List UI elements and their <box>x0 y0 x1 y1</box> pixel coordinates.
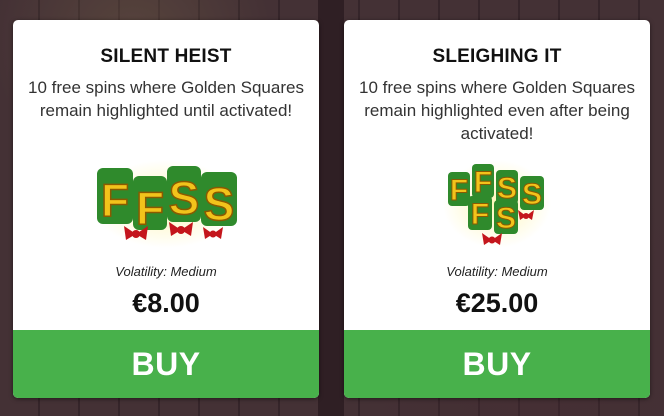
card-title: SLEIGHING IT <box>432 46 562 67</box>
fs-letter: F <box>471 198 489 231</box>
card-title: SILENT HEIST <box>100 46 232 67</box>
volatility-label: Volatility: Medium <box>115 264 217 279</box>
bonus-card-sleighing-it: SLEIGHING IT 10 free spins where Golden … <box>344 20 650 398</box>
fs-letter: S <box>497 172 517 205</box>
price-label: €25.00 <box>455 288 539 318</box>
fs-letter: S <box>169 172 200 224</box>
fs-letter: F <box>101 174 129 226</box>
fs-letter: S <box>204 178 235 230</box>
fs-letter: S <box>496 202 516 235</box>
buy-button[interactable]: BUY <box>13 330 319 398</box>
background-divider <box>318 0 344 416</box>
free-spins-fs-stacked-logo-icon: F F S S F S <box>344 158 650 250</box>
fs-letter: F <box>450 174 468 207</box>
fs-letter: S <box>522 178 542 211</box>
volatility-label: Volatility: Medium <box>446 264 548 279</box>
buy-button[interactable]: BUY <box>344 330 650 398</box>
free-spins-fs-logo-icon: F F S S <box>13 158 319 250</box>
fs-letter: F <box>474 166 492 199</box>
card-description: 10 free spins where Golden Squares remai… <box>28 78 304 120</box>
price-label: €8.00 <box>132 288 200 318</box>
bonus-card-silent-heist: SILENT HEIST 10 free spins where Golden … <box>13 20 319 398</box>
card-description: 10 free spins where Golden Squares remai… <box>359 78 635 143</box>
fs-letter: F <box>136 182 164 234</box>
